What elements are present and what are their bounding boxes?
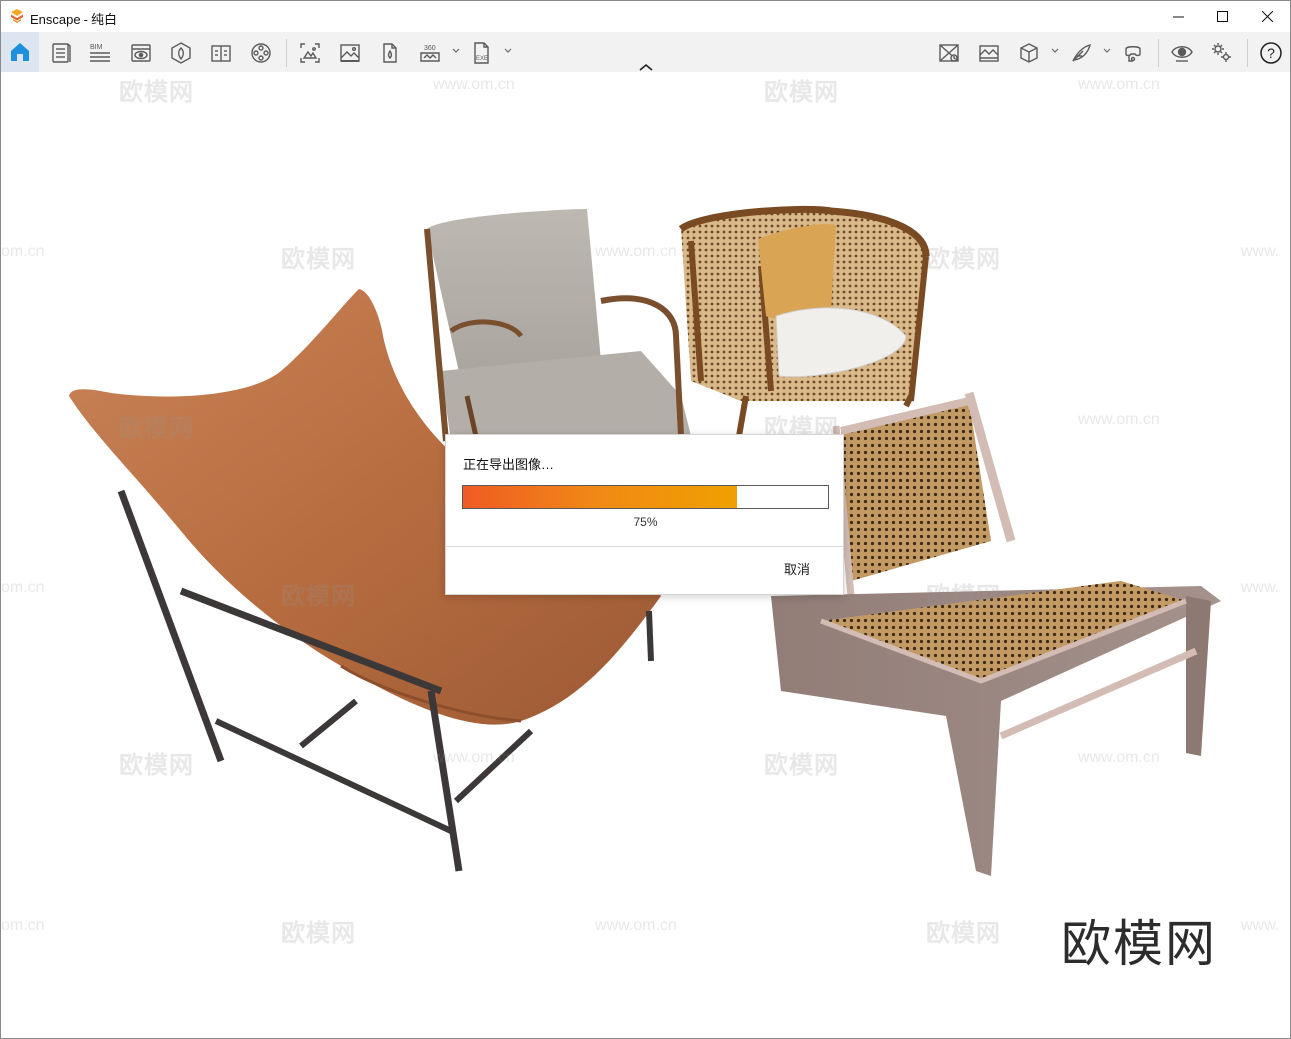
asset-library-icon	[171, 42, 191, 64]
minimize-icon	[1172, 16, 1184, 18]
home-icon	[11, 43, 29, 61]
collaborative-annotation-button[interactable]	[932, 36, 966, 70]
enscape-logo-icon	[11, 9, 23, 23]
chevron-down-icon[interactable]	[503, 46, 513, 56]
export-progress-dialog: 正在导出图像… 75% 取消	[445, 434, 844, 595]
feather-icon	[1072, 43, 1091, 62]
help-button[interactable]: ?	[1254, 36, 1288, 70]
file-list-button[interactable]	[44, 36, 78, 70]
cancel-button[interactable]: 取消	[772, 559, 822, 581]
bim-label: BIM	[90, 44, 103, 51]
progress-percentage: 75%	[633, 515, 658, 529]
video-editor-button[interactable]	[244, 36, 278, 70]
brand-watermark: 欧模网	[1061, 915, 1217, 973]
minimize-button[interactable]	[1155, 1, 1201, 32]
panorama-360-button[interactable]: 360	[413, 36, 447, 70]
asset-library-button[interactable]	[164, 36, 198, 70]
help-icon: ?	[1260, 42, 1282, 64]
material-editor-icon	[979, 45, 999, 62]
chevron-down-icon[interactable]	[451, 46, 461, 56]
rattan-armchair	[678, 205, 930, 437]
toolbar-separator	[1158, 39, 1159, 67]
scene-name: 纯白	[90, 12, 117, 27]
close-icon	[1261, 11, 1273, 22]
window-title: Enscape - 纯白	[30, 9, 117, 28]
view-icon	[131, 44, 151, 62]
help-label: ?	[1267, 45, 1275, 61]
watermark-url: www.om.cn	[1078, 749, 1160, 766]
material-editor-button[interactable]	[972, 36, 1006, 70]
maximize-button[interactable]	[1199, 1, 1245, 32]
watermark: 欧模网	[281, 583, 356, 610]
cube-view-button[interactable]	[1012, 36, 1046, 70]
visibility-button[interactable]	[1165, 36, 1199, 70]
export-progress-bar	[462, 485, 829, 509]
batch-render-icon	[383, 43, 397, 63]
collaborative-annotation-icon	[939, 44, 959, 62]
watermark: 欧模网	[926, 583, 1001, 610]
bim-button[interactable]: BIM	[83, 36, 117, 70]
exe-export-button[interactable]: EXE	[465, 36, 499, 70]
image-export-button[interactable]	[333, 36, 367, 70]
watermark-url: www.om.cn	[433, 749, 515, 766]
panorama-book-button[interactable]	[204, 36, 238, 70]
progress-fill	[463, 486, 737, 508]
title-bar[interactable]: Enscape - 纯白	[1, 1, 1290, 32]
dialog-divider	[446, 546, 843, 547]
toolbar-separator	[1247, 39, 1248, 67]
title-separator: -	[83, 12, 88, 27]
view-management-button[interactable]	[124, 36, 158, 70]
toolbar-separator	[286, 39, 287, 67]
file-list-icon	[52, 43, 71, 63]
close-button[interactable]	[1244, 1, 1290, 32]
dialog-title: 正在导出图像…	[463, 457, 555, 472]
maximize-icon	[1216, 11, 1228, 22]
image-export-icon	[340, 44, 360, 62]
vr-headset-button[interactable]	[1116, 36, 1150, 70]
panorama-label: 360	[424, 45, 436, 52]
app-name: Enscape	[30, 12, 81, 27]
exe-export-icon: EXE	[474, 42, 489, 64]
watermark-url: www.om.cn	[595, 243, 677, 260]
panorama-360-icon: 360	[420, 45, 440, 62]
vr-headset-icon	[1125, 46, 1141, 62]
video-reel-icon	[251, 43, 271, 63]
main-toolbar: BIM 360 EXE ?	[1, 32, 1290, 72]
panorama-book-icon	[211, 45, 231, 62]
visibility-icon	[1171, 46, 1193, 62]
chevron-down-icon[interactable]	[1050, 46, 1060, 56]
screenshot-button[interactable]	[293, 36, 327, 70]
collapse-toolbar-icon[interactable]	[637, 62, 655, 72]
batch-render-button[interactable]	[373, 36, 407, 70]
atmosphere-button[interactable]	[1064, 36, 1098, 70]
bim-icon: BIM	[90, 44, 110, 62]
settings-button[interactable]	[1205, 36, 1239, 70]
enscape-window: Enscape - 纯白 BIM 360 EXE ? 欧模网 www.om.cn…	[0, 0, 1291, 1039]
home-button[interactable]	[1, 32, 39, 72]
watermark: 欧模网	[119, 752, 194, 779]
exe-label: EXE	[476, 56, 488, 62]
cube-view-icon	[1020, 43, 1038, 63]
settings-icon	[1212, 43, 1231, 62]
screenshot-icon	[300, 43, 320, 63]
watermark: 欧模网	[764, 752, 839, 779]
watermark: 欧模网	[119, 415, 194, 442]
chevron-down-icon[interactable]	[1102, 46, 1112, 56]
